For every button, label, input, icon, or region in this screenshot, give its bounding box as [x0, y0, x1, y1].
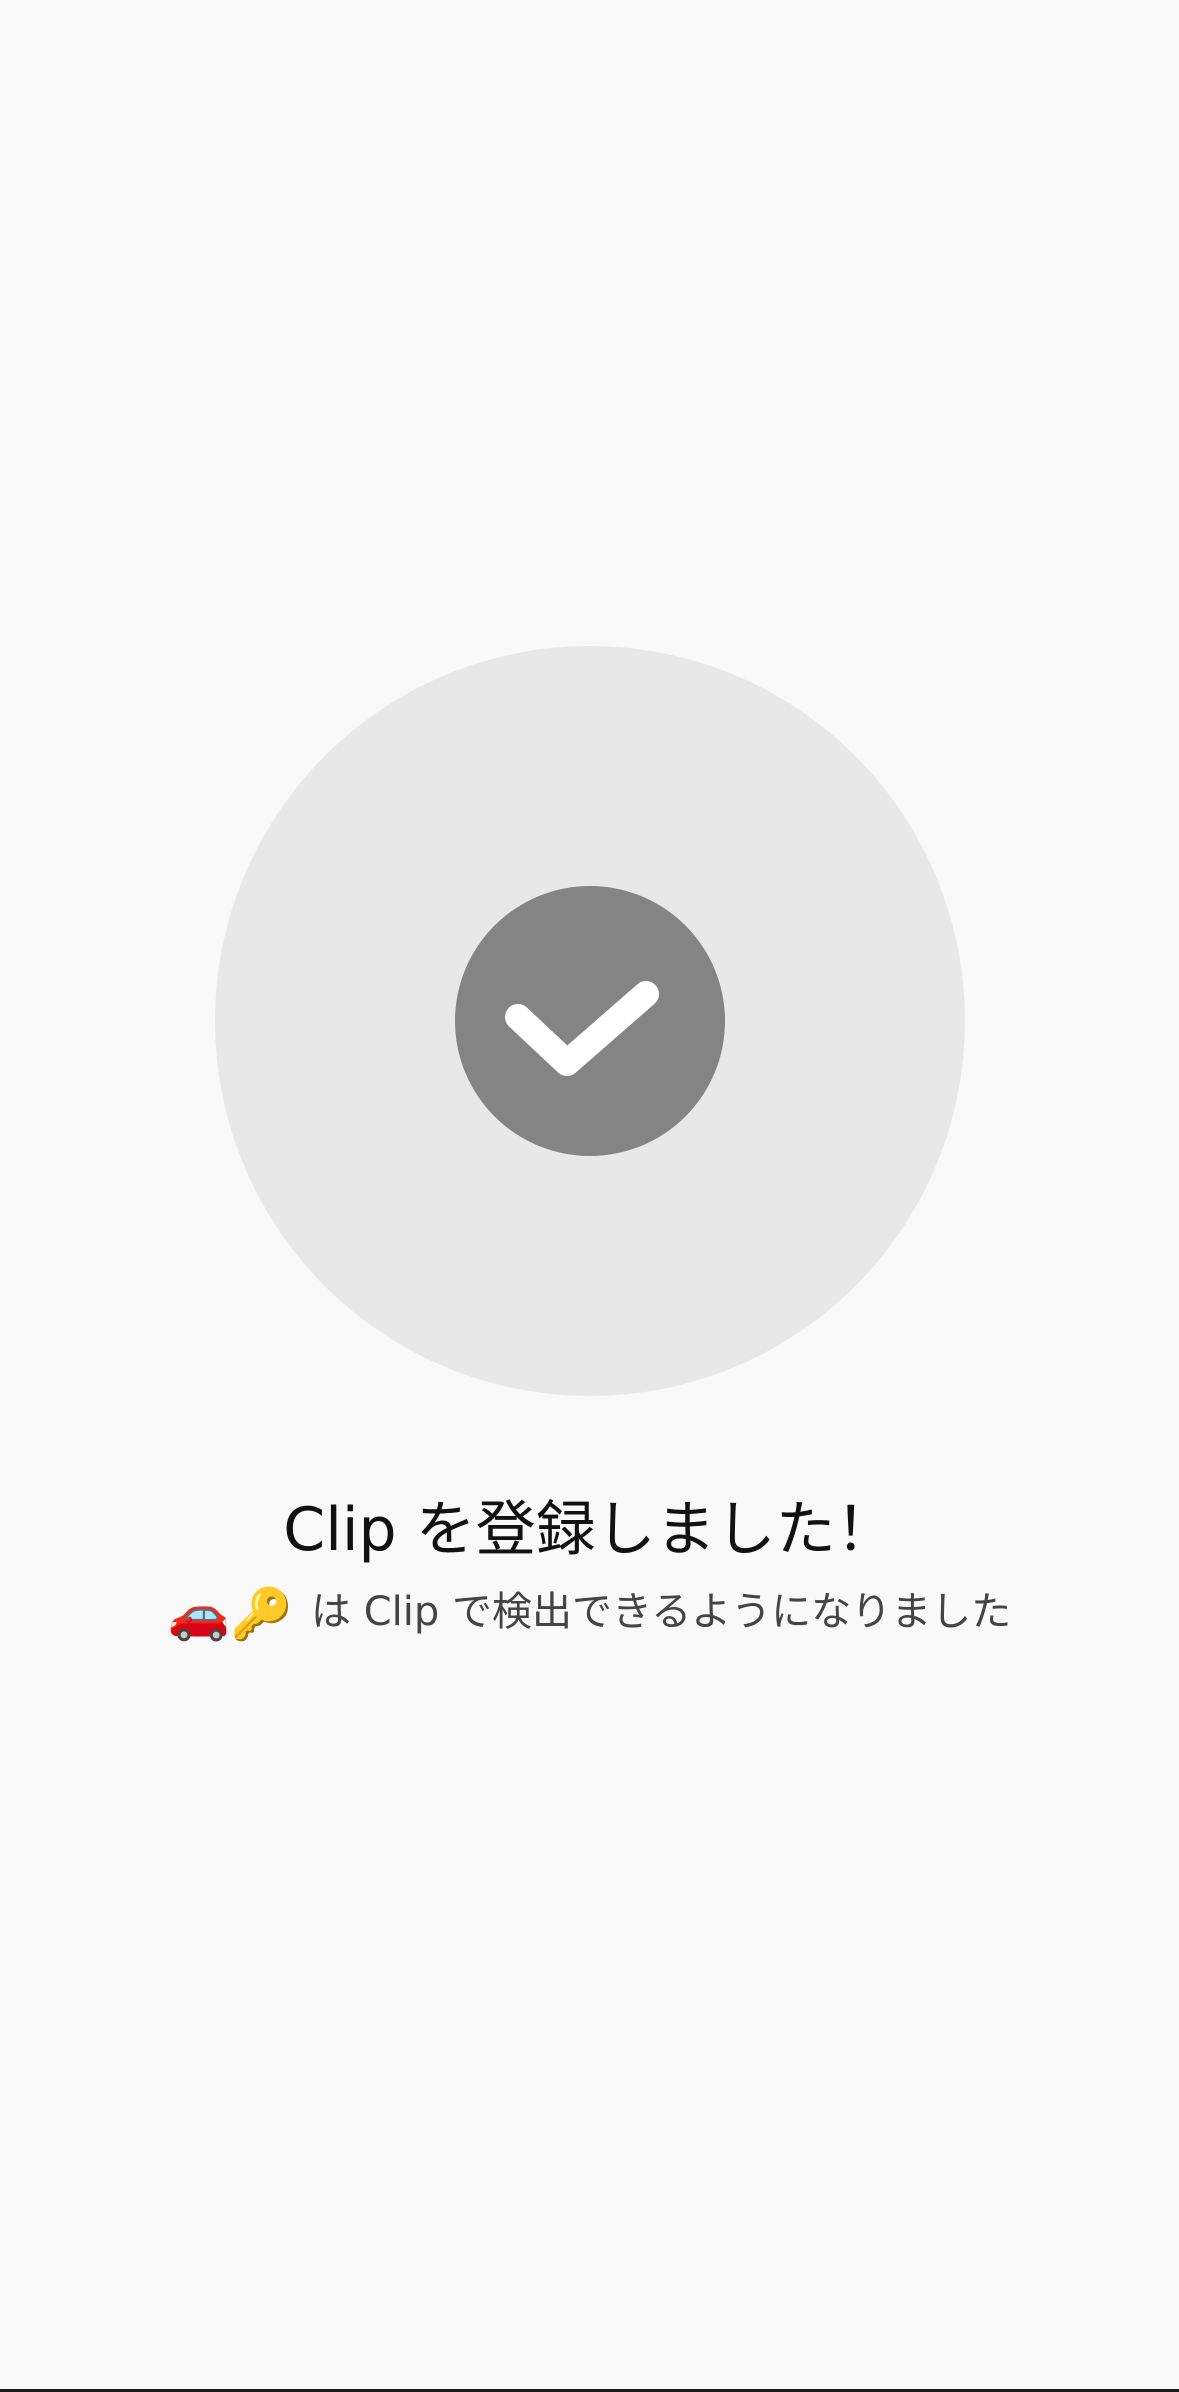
success-title: Clip を登録しました！ — [283, 1495, 896, 1565]
registration-complete-screen: Clip を登録しました！ 🚗🔑 は Clip で検出できるようになりました — [0, 0, 1179, 2392]
checkmark-icon — [505, 981, 659, 1076]
success-subtitle: 🚗🔑 は Clip で検出できるようになりました — [0, 1580, 1179, 1646]
car-key-emoji: 🚗🔑 — [167, 1585, 293, 1643]
success-subtitle-text: は Clip で検出できるようになりました — [311, 1589, 1012, 1635]
success-inner-circle — [455, 886, 725, 1156]
